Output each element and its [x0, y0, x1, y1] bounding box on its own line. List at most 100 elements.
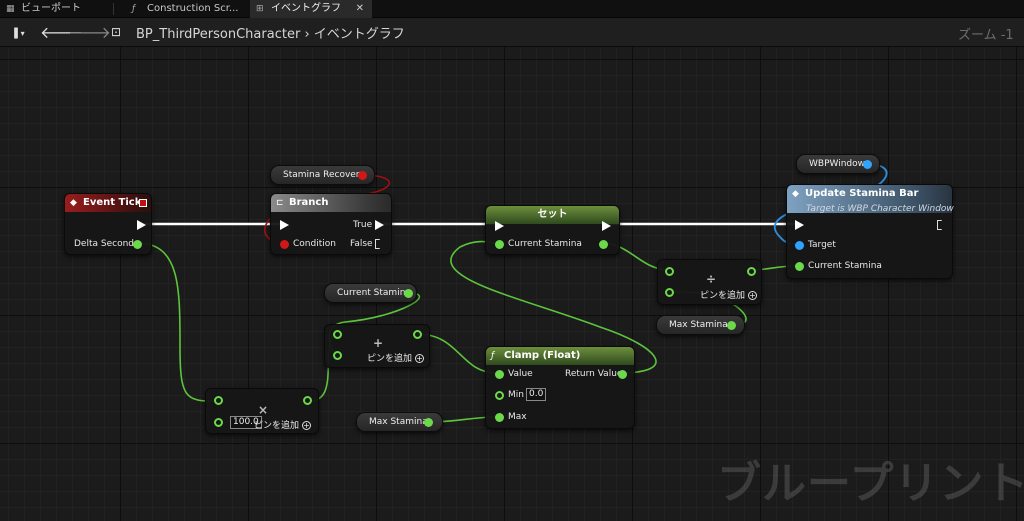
target-label: Target [808, 240, 836, 250]
event-graph-canvas[interactable]: ◆ Event Tick Delta Seconds ⊏ Branch True C… [0, 47, 1024, 521]
multiply-in-b-pin[interactable] [214, 418, 223, 427]
branch-header: ⊏ Branch [271, 194, 391, 212]
stamina-recovery-pin[interactable] [358, 171, 367, 180]
target-pin[interactable] [795, 241, 804, 250]
exec-out-pin[interactable] [137, 220, 146, 230]
breadcrumb: BP_ThirdPersonCharacter › イベントグラフ [136, 23, 405, 42]
multiply-add-pin-button[interactable]: ピンを追加 + [254, 418, 312, 431]
false-label: False [350, 239, 373, 249]
value-pin[interactable] [495, 370, 504, 379]
max-stamina-pin[interactable] [424, 418, 433, 427]
max-stamina-getter[interactable]: Max Stamina [656, 315, 745, 335]
clamp-float-node[interactable]: ƒ Clamp (Float) Value Return Value Min 0.… [485, 346, 635, 429]
max-stamina-getter[interactable]: Max Stamina [356, 412, 443, 432]
branch-icon: ⊏ [276, 198, 284, 208]
add-icon: + [415, 354, 425, 363]
delegate-pin[interactable] [139, 199, 147, 207]
bookmark-icon: ❚ [11, 26, 21, 39]
condition-pin[interactable] [280, 240, 289, 249]
value-label: Value [508, 369, 533, 379]
blueprint-icon: ⊡ [110, 25, 122, 39]
update-stamina-bar-header: ◆ Update Stamina Bar Target is WBP Charac… [787, 185, 954, 214]
exec-out-pin[interactable] [602, 221, 611, 231]
min-label: Min [508, 390, 524, 400]
current-stamina-pin[interactable] [404, 289, 413, 298]
min-pin[interactable] [495, 391, 504, 400]
tab-separator [113, 3, 114, 15]
blueprint-watermark: ブループリント [717, 458, 1024, 509]
divide-in-a-pin[interactable] [665, 267, 674, 276]
chevron-down-icon: ▾ [20, 29, 25, 38]
float-wire [136, 242, 218, 402]
zoom-level: ズーム -1 [958, 28, 1014, 43]
divide-operator: ÷ [706, 272, 717, 286]
condition-label: Condition [293, 239, 336, 249]
multiply-in-a-pin[interactable] [214, 396, 223, 405]
event-tick-header: ◆ Event Tick [65, 194, 151, 212]
close-icon[interactable]: ✕ [356, 0, 364, 18]
add-out-pin[interactable] [413, 330, 422, 339]
current-stamina-label: Current Stamina [508, 239, 582, 249]
breadcrumb-root[interactable]: BP_ThirdPersonCharacter [136, 27, 300, 42]
branch-node[interactable]: ⊏ Branch True Condition False [270, 193, 392, 255]
tab-bar: ▦ ビューポート ƒ Construction Scr... ⊞ イベントグラフ ✕ [0, 0, 1024, 18]
target-subtitle: Target is WBP Character Window [806, 204, 954, 214]
forward-button[interactable]: 🡒 [68, 22, 111, 43]
clamp-header: ƒ Clamp (Float) [486, 347, 634, 365]
return-value-label: Return Value [565, 369, 623, 379]
tab-viewport[interactable]: ▦ ビューポート [0, 0, 112, 18]
set-node[interactable]: セット Current Stamina [485, 205, 620, 255]
add-add-pin-button[interactable]: ピンを追加 + [367, 351, 425, 364]
multiply-operator: × [258, 403, 269, 417]
multiply-out-pin[interactable] [303, 396, 312, 405]
blueprint-class-button[interactable]: ⊡ [104, 22, 128, 43]
false-exec-pin[interactable] [375, 239, 383, 249]
exec-out-pin[interactable] [937, 220, 945, 230]
true-label: True [353, 220, 373, 230]
function-icon: ◆ [792, 189, 799, 199]
event-graph-icon: ⊞ [256, 4, 264, 14]
exec-in-pin[interactable] [795, 220, 804, 230]
back-button[interactable]: 🡐 [40, 22, 83, 43]
max-stamina-pin[interactable] [727, 321, 736, 330]
multiply-node[interactable]: × 100.0 ピンを追加 + [205, 388, 319, 434]
divide-node[interactable]: ÷ ピンを追加 + [657, 259, 762, 305]
add-icon: + [302, 421, 312, 430]
current-stamina-out-pin[interactable] [599, 240, 608, 249]
current-stamina-getter[interactable]: Current Stamina [324, 283, 417, 303]
viewport-icon: ▦ [6, 4, 15, 14]
add-in-a-pin[interactable] [333, 330, 342, 339]
tab-construction-script[interactable]: ƒ Construction Scr... [126, 0, 250, 18]
add-node[interactable]: + ピンを追加 + [324, 324, 430, 368]
add-operator: + [373, 336, 384, 350]
max-pin[interactable] [495, 413, 504, 422]
wbp-window-getter[interactable]: WBPWindow [796, 154, 880, 174]
divide-in-b-pin[interactable] [665, 288, 674, 297]
current-stamina-in-pin[interactable] [495, 240, 504, 249]
divide-add-pin-button[interactable]: ピンを追加 + [700, 288, 758, 301]
min-value-input[interactable]: 0.0 [526, 388, 547, 401]
event-icon: ◆ [70, 198, 77, 208]
true-exec-pin[interactable] [375, 220, 384, 230]
wbp-window-pin[interactable] [863, 160, 872, 169]
graph-toolbar: ❚▾ 🡐 🡒 ⊡ BP_ThirdPersonCharacter › イベントグ… [0, 18, 1024, 47]
add-in-b-pin[interactable] [333, 351, 342, 360]
breadcrumb-current: イベントグラフ [313, 27, 405, 42]
divide-out-pin[interactable] [747, 267, 756, 276]
tab-event-graph[interactable]: ⊞ イベントグラフ ✕ [250, 0, 372, 18]
exec-in-pin[interactable] [495, 221, 504, 231]
exec-in-pin[interactable] [280, 220, 289, 230]
event-tick-node[interactable]: ◆ Event Tick Delta Seconds [64, 193, 152, 255]
bookmark-dropdown[interactable]: ❚▾ [4, 22, 32, 43]
max-label: Max [508, 412, 527, 422]
update-stamina-bar-node[interactable]: ◆ Update Stamina Bar Target is WBP Charac… [786, 184, 954, 279]
function-icon: ƒ [132, 4, 136, 14]
current-stamina-pin[interactable] [795, 262, 804, 271]
delta-seconds-label: Delta Seconds [74, 239, 139, 249]
delta-seconds-pin[interactable] [133, 240, 142, 249]
return-value-pin[interactable] [618, 370, 627, 379]
breadcrumb-separator: › [304, 27, 310, 42]
stamina-recovery-getter[interactable]: Stamina Recovery [270, 165, 375, 185]
function-icon: ƒ [491, 351, 495, 361]
current-stamina-label: Current Stamina [808, 261, 882, 271]
